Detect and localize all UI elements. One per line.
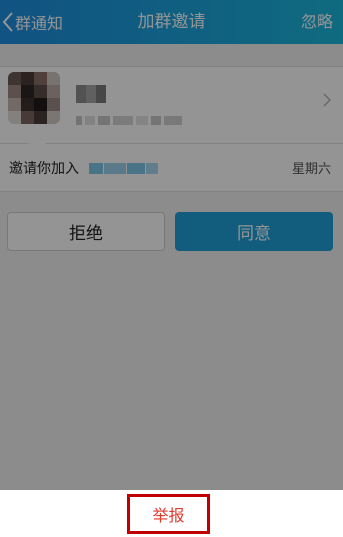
group-name-blurred[interactable]	[89, 163, 158, 174]
avatar	[8, 72, 60, 124]
action-sheet: 举报	[0, 490, 343, 537]
back-button[interactable]: 群通知	[2, 0, 63, 44]
inviter-info-blurred	[76, 115, 182, 125]
chevron-left-icon	[2, 12, 13, 32]
chevron-right-icon	[323, 93, 331, 107]
inviter-name-blurred	[76, 85, 106, 103]
accept-button[interactable]: 同意	[175, 212, 333, 251]
invite-label: 邀请你加入	[9, 160, 79, 177]
nav-bar: 群通知 加群邀请 忽略	[0, 0, 343, 44]
inviter-card[interactable]	[0, 66, 343, 154]
back-label: 群通知	[15, 14, 64, 33]
ignore-button[interactable]: 忽略	[301, 0, 333, 44]
report-button[interactable]: 举报	[127, 494, 210, 534]
invite-timestamp: 星期六	[291, 162, 331, 177]
invite-row: 邀请你加入 星期六	[0, 144, 343, 192]
reject-button[interactable]: 拒绝	[7, 212, 165, 251]
